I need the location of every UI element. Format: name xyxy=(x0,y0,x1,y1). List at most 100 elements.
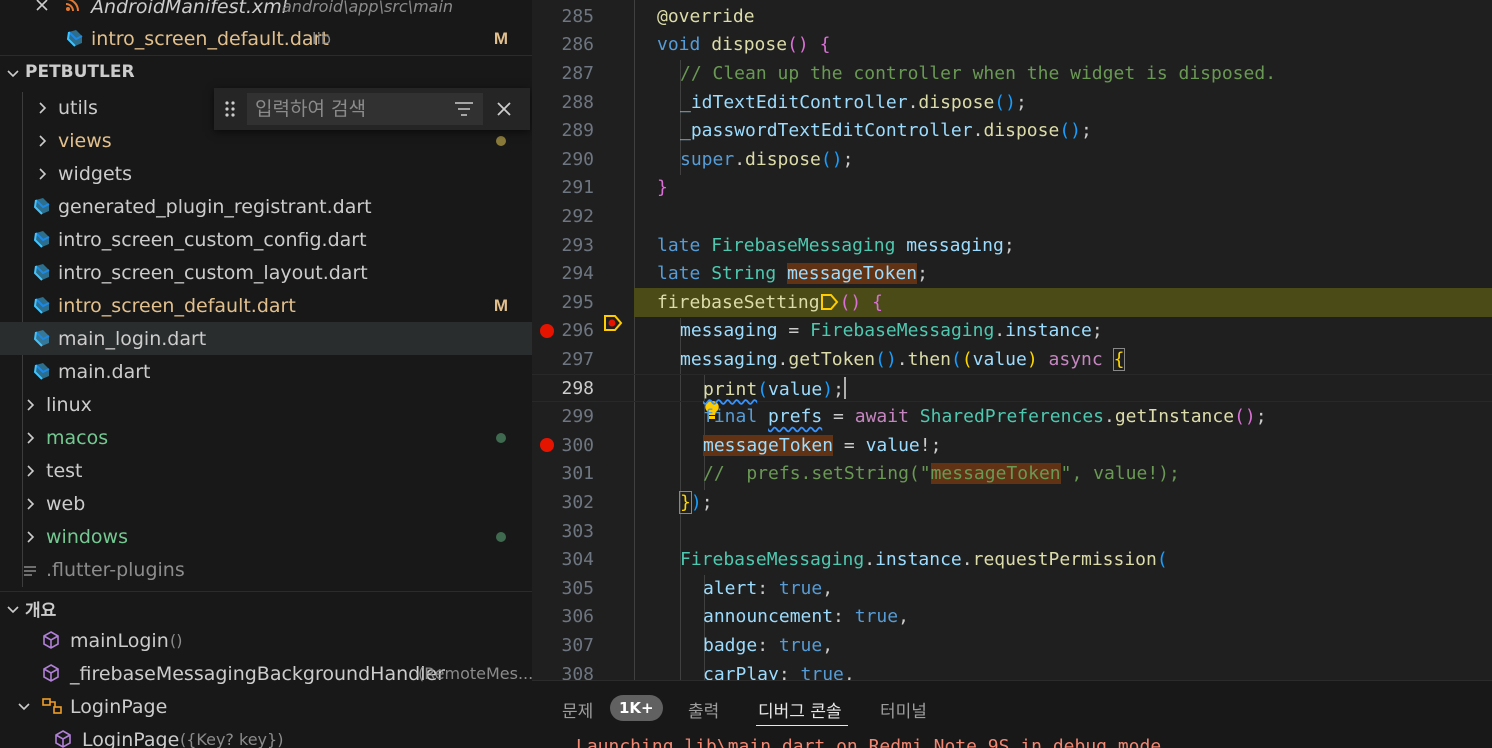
code-line[interactable]: 299 final prefs = await SharedPreference… xyxy=(532,402,1492,431)
line-number: 286 xyxy=(561,34,594,56)
code-line[interactable]: 306 announcement: true, xyxy=(532,603,1492,632)
code-token: then xyxy=(907,348,951,370)
close-icon[interactable] xyxy=(34,0,50,12)
tab-output[interactable]: 출력 xyxy=(688,697,719,722)
text-file-icon xyxy=(23,562,37,576)
tree-file-intro-screen-default[interactable]: intro_screen_default.dart M xyxy=(0,289,532,322)
code-token: true xyxy=(778,634,823,656)
code-line[interactable]: 305 alert: true, xyxy=(532,574,1492,603)
code-line[interactable]: 289 _passwordTextEditController.dispose(… xyxy=(532,116,1492,145)
code-line[interactable]: 297 messaging.getToken().then((value) as… xyxy=(532,345,1492,374)
line-content: print(value); xyxy=(703,376,846,400)
tree-folder-web[interactable]: web xyxy=(0,487,532,520)
tab-debug-console[interactable]: 디버그 콘솔 xyxy=(758,697,842,722)
code-token: . xyxy=(777,348,789,370)
close-icon[interactable] xyxy=(495,100,513,118)
code-line[interactable]: 286 void dispose() { xyxy=(532,31,1492,60)
code-line[interactable]: 291 } xyxy=(532,174,1492,203)
code-token: String xyxy=(711,263,777,285)
code-line[interactable]: 300 messageToken = value!; xyxy=(532,431,1492,460)
outline-item-login-page-constructor[interactable]: LoginPage ({Key? key}) xyxy=(0,723,532,748)
code-editor[interactable]: 285 @override 286 void dispose() { 287 /… xyxy=(532,0,1492,680)
code-line[interactable]: 285 @override xyxy=(532,2,1492,31)
line-content: announcement: true, xyxy=(703,606,909,627)
code-token: , xyxy=(822,634,834,656)
line-content: late FirebaseMessaging messaging; xyxy=(657,235,1015,256)
open-editor-android-manifest[interactable]: AndroidManifest.xml android\app\src\main xyxy=(0,0,532,23)
tree-find-widget xyxy=(214,88,530,130)
code-line[interactable]: 307 badge: true, xyxy=(532,631,1492,660)
tree-folder-test[interactable]: test xyxy=(0,454,532,487)
code-token: { xyxy=(819,34,831,56)
code-token: . xyxy=(1104,406,1115,428)
code-line[interactable]: 290 super.dispose(); xyxy=(532,145,1492,174)
code-token: print xyxy=(703,378,758,400)
line-number: 307 xyxy=(561,634,594,656)
tree-file-main-login[interactable]: main_login.dart xyxy=(0,322,532,355)
tree-folder-macos[interactable]: macos xyxy=(0,421,532,454)
explorer-section-header[interactable]: PETBUTLER xyxy=(0,55,532,89)
code-line-current-execution[interactable]: 295 firebaseSetting() { xyxy=(561,288,1492,331)
code-line[interactable]: 294 late String messageToken; xyxy=(532,259,1492,288)
code-line[interactable]: 292 xyxy=(532,202,1492,231)
line-content: } xyxy=(657,177,668,198)
drag-handle-icon[interactable] xyxy=(224,100,236,118)
tab-problems[interactable]: 문제 xyxy=(562,697,593,722)
code-token: ; xyxy=(1081,120,1092,142)
tree-file-intro-screen-custom-config[interactable]: intro_screen_custom_config.dart xyxy=(0,223,532,256)
chevron-right-icon xyxy=(36,167,50,181)
code-token: dispose xyxy=(745,148,821,170)
code-token: ( xyxy=(961,348,973,370)
code-line[interactable]: 304 FirebaseMessaging.instance.requestPe… xyxy=(532,545,1492,574)
code-token: value xyxy=(865,434,920,456)
tree-file-intro-screen-custom-layout[interactable]: intro_screen_custom_layout.dart xyxy=(0,256,532,289)
modified-badge: M xyxy=(493,28,508,48)
tree-folder-windows[interactable]: windows xyxy=(0,520,532,553)
tree-file-flutter-plugins[interactable]: .flutter-plugins xyxy=(0,553,532,586)
code-token: value xyxy=(972,348,1027,370)
code-line[interactable]: 302 }); xyxy=(532,488,1492,517)
outline-item-main-login[interactable]: mainLogin () xyxy=(0,624,532,657)
code-token: alert xyxy=(703,577,758,599)
code-token: ) xyxy=(797,34,809,56)
line-content: final prefs = await SharedPreferences.ge… xyxy=(703,406,1267,427)
tree-folder-widgets[interactable]: widgets xyxy=(0,157,532,190)
tree-file-main[interactable]: main.dart xyxy=(0,355,532,388)
code-line[interactable]: 287 // Clean up the controller when the … xyxy=(532,59,1492,88)
code-token: ) xyxy=(850,291,862,313)
code-line[interactable]: 296 messaging = FirebaseMessaging.instan… xyxy=(532,317,1492,346)
tree-item-label: main.dart xyxy=(58,360,151,383)
code-token: ( xyxy=(875,348,886,370)
outline-item-login-page-class[interactable]: LoginPage xyxy=(0,690,532,723)
tab-terminal[interactable]: 터미널 xyxy=(880,697,927,722)
code-line[interactable]: 301 // prefs.setString("messageToken", v… xyxy=(532,460,1492,489)
code-line[interactable]: 303 xyxy=(532,517,1492,546)
code-token: FirebaseMessaging xyxy=(680,549,865,571)
filter-icon[interactable] xyxy=(454,100,474,118)
code-token: ( xyxy=(1059,120,1071,142)
tree-search-input[interactable] xyxy=(247,93,483,125)
method-icon xyxy=(53,729,73,748)
code-token: . xyxy=(864,549,876,571)
code-line[interactable]: 293 late FirebaseMessaging messaging; xyxy=(532,231,1492,260)
tree-folder-linux[interactable]: linux xyxy=(0,388,532,421)
code-line[interactable]: 288 _idTextEditController.dispose(); xyxy=(532,88,1492,117)
untracked-dot xyxy=(496,432,506,443)
dart-file-icon xyxy=(31,361,51,386)
code-line-cursor[interactable]: 298 print(value); xyxy=(532,373,1492,419)
code-token: super xyxy=(680,148,735,170)
lightbulb-icon[interactable] xyxy=(638,378,719,419)
code-token: messaging xyxy=(680,348,778,370)
code-line[interactable]: 308 carPlay: true, xyxy=(532,660,1492,680)
open-editor-intro-screen-default[interactable]: intro_screen_default.dart lib M xyxy=(0,22,532,55)
line-number: 306 xyxy=(561,606,594,628)
code-token: late xyxy=(657,234,701,256)
outline-item-firebase-handler[interactable]: _firebaseMessagingBackgroundHandler (Rem… xyxy=(0,657,532,690)
outline-section-header[interactable]: 개요 xyxy=(0,591,532,625)
code-token: . xyxy=(734,148,746,170)
chevron-right-icon xyxy=(24,497,38,511)
inline-breakpoint-icon[interactable] xyxy=(820,293,840,311)
code-token: ( xyxy=(757,378,769,400)
tree-file-generated-plugin-registrant[interactable]: generated_plugin_registrant.dart xyxy=(0,190,532,223)
code-comment: // prefs.setString(" xyxy=(703,463,931,485)
